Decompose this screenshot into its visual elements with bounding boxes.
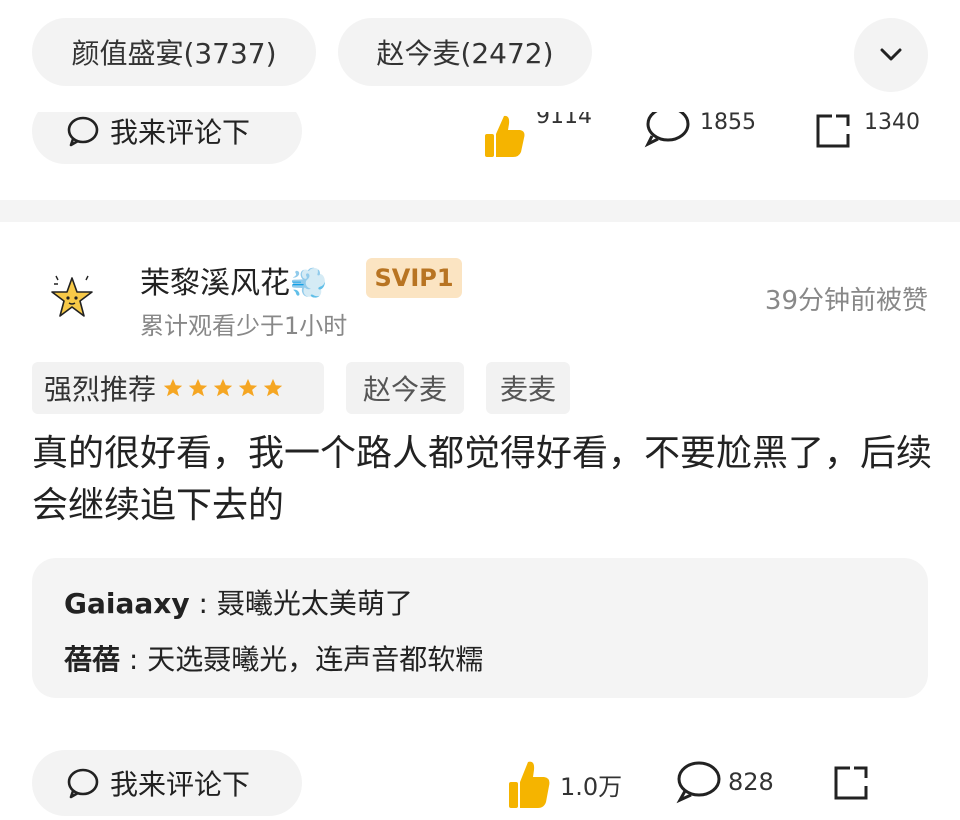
reply-author: Gaiaaxy xyxy=(64,587,190,620)
reply-separator: : xyxy=(189,587,217,620)
watch-time: 累计观看少于1小时 xyxy=(140,312,348,340)
comment-stat[interactable]: 828 xyxy=(676,760,774,804)
star-icon xyxy=(213,378,233,397)
reply-box[interactable]: Gaiaaxy : 聂曦光太美萌了 蓓蓓 : 天选聂曦光，连声音都软糯 xyxy=(32,558,928,698)
reply-text: 天选聂曦光，连声音都软糯 xyxy=(147,643,484,676)
star-icon xyxy=(188,378,208,397)
star-avatar-icon xyxy=(51,275,93,317)
comment-count: 828 xyxy=(728,768,774,796)
comment-button-label: 我来评论下 xyxy=(110,768,251,801)
star-icon xyxy=(163,378,183,397)
like-stat[interactable]: 1.0万 xyxy=(506,756,622,812)
comment-stat[interactable]: 1855 xyxy=(644,112,756,152)
chip-zhaojinmai[interactable]: 赵今麦(2472) xyxy=(338,18,592,86)
expand-button[interactable] xyxy=(854,18,928,92)
comment-count: 1855 xyxy=(700,112,756,135)
rating-tag: 强烈推荐 xyxy=(32,362,324,414)
comment-text: 真的很好看，我一个路人都觉得好看，不要尬黑了，后续会继续追下去的 xyxy=(32,433,933,526)
like-stat[interactable]: 9114 xyxy=(482,112,592,160)
reply-separator: : xyxy=(120,643,148,676)
share-icon xyxy=(834,766,868,800)
like-count: 1.0万 xyxy=(560,772,623,801)
comment-button[interactable]: 我来评论下 xyxy=(32,112,302,164)
share-stat[interactable]: 1340 xyxy=(814,112,920,152)
liked-time: 39分钟前被赞 xyxy=(764,286,928,316)
tag-label: 赵今麦 xyxy=(362,373,447,406)
like-count: 9114 xyxy=(536,112,592,129)
tag-label: 麦麦 xyxy=(499,373,556,406)
reply-text: 聂曦光太美萌了 xyxy=(216,587,413,620)
rating-stars xyxy=(162,377,284,399)
tag-zhaojinmai[interactable]: 赵今麦 xyxy=(346,362,464,414)
rating-label: 强烈推荐 xyxy=(44,373,157,406)
comment-bubble-icon xyxy=(676,761,721,804)
username[interactable]: 茉黎溪风花💨 xyxy=(140,258,327,302)
chip-yanzhi[interactable]: 颜值盛宴(3737) xyxy=(32,18,316,86)
comment-bubble-icon xyxy=(644,112,690,148)
previous-post-actions: 我来评论下 9114 1855 1340 xyxy=(0,112,960,176)
comment-icon xyxy=(67,116,99,147)
avatar[interactable] xyxy=(42,268,102,328)
comment-button[interactable]: 我来评论下 xyxy=(32,750,302,816)
section-divider xyxy=(0,200,960,222)
star-icon xyxy=(263,378,283,397)
chevron-down-icon xyxy=(880,48,902,61)
star-icon xyxy=(238,378,258,397)
chip-label: 赵今麦(2472) xyxy=(376,37,554,70)
comment-button-label: 我来评论下 xyxy=(110,116,251,149)
reply-author: 蓓蓓 xyxy=(64,643,121,676)
comment-icon xyxy=(67,768,99,799)
share-count: 1340 xyxy=(864,112,920,135)
share-stat[interactable] xyxy=(832,762,872,802)
reply-item[interactable]: 蓓蓓 : 天选聂曦光，连声音都软糯 xyxy=(64,638,483,678)
tag-maimai[interactable]: 麦麦 xyxy=(486,362,570,414)
thumbs-up-icon xyxy=(509,761,550,808)
svip-badge: SVIP1 xyxy=(366,258,462,298)
chip-label: 颜值盛宴(3737) xyxy=(71,37,277,70)
thumbs-up-icon xyxy=(485,115,525,157)
reply-item[interactable]: Gaiaaxy : 聂曦光太美萌了 xyxy=(64,582,413,622)
share-icon xyxy=(816,114,850,148)
